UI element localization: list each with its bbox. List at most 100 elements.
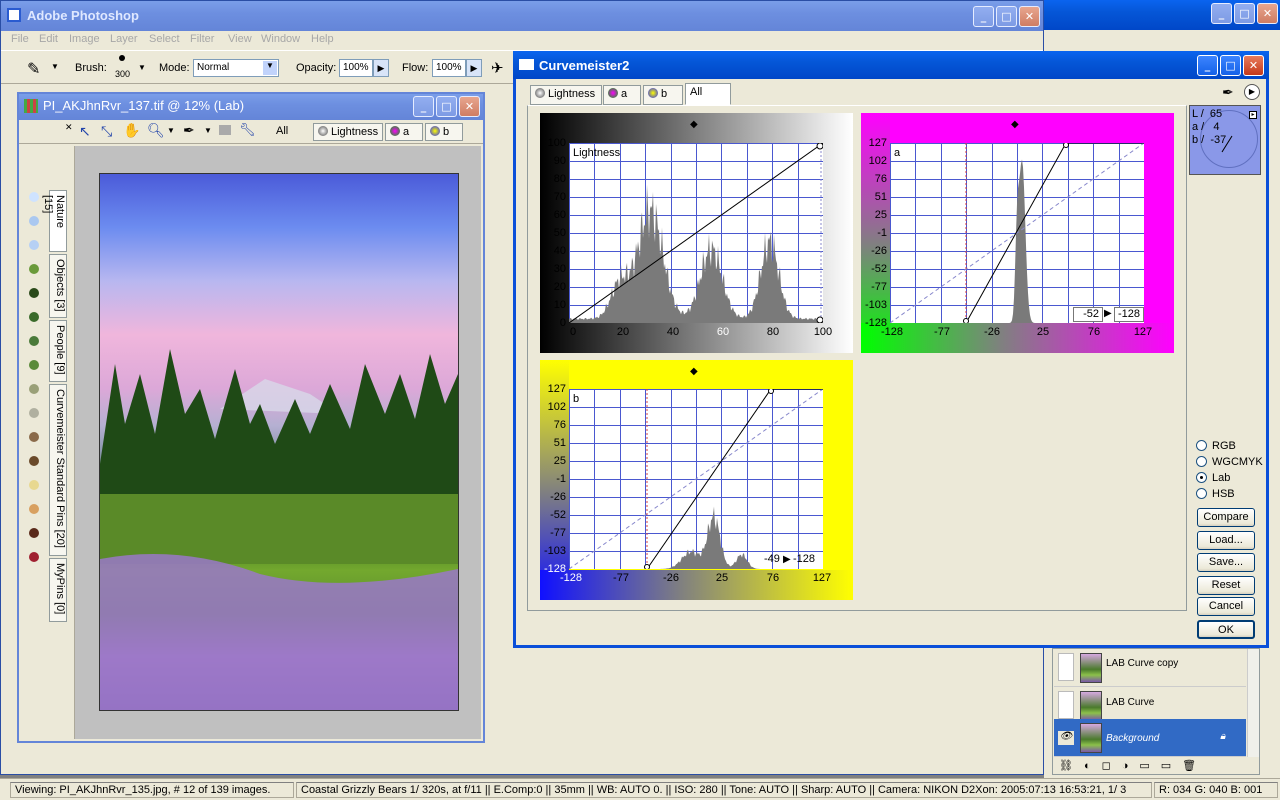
layer-row[interactable]: LAB Curve copy	[1054, 649, 1246, 687]
mode-radio-lab[interactable]: Lab	[1196, 472, 1230, 484]
a-point-output[interactable]: -128	[1114, 307, 1144, 322]
eyedropper-icon[interactable]: ✒	[1222, 84, 1234, 101]
menu-select[interactable]: Select	[149, 33, 180, 45]
brush-tool-icon[interactable]: ✎	[27, 59, 40, 79]
pin-icon[interactable]	[29, 504, 39, 514]
doc-tab-a[interactable]: a	[385, 123, 423, 141]
pin-icon[interactable]	[29, 288, 39, 298]
pin-icon[interactable]	[29, 456, 39, 466]
brush-tip-icon[interactable]	[119, 55, 125, 61]
b-point-output[interactable]: -128	[793, 553, 815, 565]
load-button[interactable]: Load...	[1197, 531, 1255, 550]
flow-slider-button[interactable]: ▶	[466, 59, 482, 77]
side-tab-nature[interactable]: Nature [15]	[42, 190, 67, 252]
doc-tab-b[interactable]: b	[425, 123, 463, 141]
pin-icon[interactable]	[29, 408, 39, 418]
save-button[interactable]: Save...	[1197, 553, 1255, 572]
eyedropper-icon[interactable]: ✒	[183, 122, 195, 139]
close-icon[interactable]: ✕	[459, 96, 480, 117]
pin-icon[interactable]	[29, 384, 39, 394]
a-curve-graph[interactable]	[890, 143, 1144, 323]
close-icon[interactable]: ✕	[1019, 6, 1040, 27]
panel-move-handle-icon[interactable]: ◆	[1011, 119, 1019, 130]
opacity-input[interactable]: 100%	[339, 59, 373, 77]
cm-tab-all[interactable]: All	[685, 83, 731, 105]
readout-menu-icon[interactable]: ▸	[1249, 111, 1257, 119]
side-tab-people[interactable]: People [9]	[49, 320, 67, 382]
doc-tab-lightness[interactable]: Lightness	[313, 123, 383, 141]
compare-button[interactable]: Compare	[1197, 508, 1255, 527]
mode-radio-wgcmyk[interactable]: WGCMYK	[1196, 456, 1263, 468]
doc-tab-all[interactable]: All	[271, 122, 311, 140]
pin-icon[interactable]	[29, 528, 39, 538]
mode-radio-hsb[interactable]: HSB	[1196, 488, 1235, 500]
layers-scrollbar[interactable]	[1247, 649, 1259, 757]
menu-edit[interactable]: Edit	[39, 33, 58, 45]
menu-file[interactable]: File	[11, 33, 29, 45]
layer-row[interactable]: 👁︎ Background 🔒︎	[1054, 719, 1246, 757]
menu-image[interactable]: Image	[69, 33, 100, 45]
zoom-tool-icon[interactable]: 🔍︎	[147, 122, 165, 139]
side-tab-standard-pins[interactable]: Curvemeister Standard Pins [20]	[49, 384, 67, 556]
pin-icon[interactable]	[29, 432, 39, 442]
cm-tab-a[interactable]: a	[603, 85, 641, 105]
menu-window[interactable]: Window	[261, 33, 300, 45]
pin-icon[interactable]	[29, 480, 39, 490]
menu-layer[interactable]: Layer	[110, 33, 138, 45]
eyedropper-dropdown-icon[interactable]: ▼	[204, 126, 212, 135]
landscape-photo[interactable]	[99, 173, 459, 711]
minimize-icon[interactable]: _	[973, 6, 994, 27]
pin-tool-icon[interactable]: ⤡	[101, 123, 112, 140]
maximize-icon[interactable]: □	[996, 6, 1017, 27]
menu-view[interactable]: View	[228, 33, 252, 45]
pin-icon[interactable]	[29, 216, 39, 226]
mode-select[interactable]: Normal ▼	[193, 59, 279, 77]
maximize-icon[interactable]: □	[1220, 55, 1241, 76]
visibility-toggle[interactable]	[1058, 653, 1074, 681]
maximize-icon[interactable]: □	[1234, 3, 1255, 24]
b-point-input[interactable]: -49	[764, 553, 780, 565]
flow-input[interactable]: 100%	[432, 59, 466, 77]
play-icon[interactable]: ▶	[1244, 84, 1260, 100]
cm-tab-b[interactable]: b	[643, 85, 683, 105]
pointer-tool-icon[interactable]: ↖	[79, 123, 91, 140]
ok-button[interactable]: OK	[1197, 620, 1255, 639]
a-point-input[interactable]: -52	[1073, 307, 1103, 322]
pin-icon[interactable]	[29, 552, 39, 562]
panel-move-handle-icon[interactable]: ◆	[690, 119, 698, 130]
mode-radio-rgb[interactable]: RGB	[1196, 440, 1236, 452]
opacity-slider-button[interactable]: ▶	[373, 59, 389, 77]
cm-tab-lightness[interactable]: Lightness	[530, 85, 602, 105]
minimize-icon[interactable]: _	[1211, 3, 1232, 24]
lightness-curve-graph[interactable]	[569, 143, 823, 323]
tool-preset-dropdown-icon[interactable]: ▼	[51, 62, 59, 71]
panel-move-handle-icon[interactable]: ◆	[690, 366, 698, 377]
hand-tool-icon[interactable]: ✋	[123, 122, 140, 139]
close-icon[interactable]: ✕	[1243, 55, 1264, 76]
pin-icon[interactable]	[29, 336, 39, 346]
pin-icon[interactable]	[29, 264, 39, 274]
pin-icon[interactable]	[29, 192, 39, 202]
reset-button[interactable]: Reset	[1197, 576, 1255, 595]
b-curve-graph[interactable]	[569, 389, 823, 569]
close-panel-icon[interactable]: ✕	[65, 122, 73, 133]
copy-icon[interactable]	[219, 125, 231, 135]
cancel-button[interactable]: Cancel	[1197, 597, 1255, 616]
layers-footer-icons[interactable]: ⛓◐◻◑▭▭🗑︎	[1053, 759, 1259, 775]
pin-icon[interactable]	[29, 240, 39, 250]
side-tab-mypins[interactable]: MyPins [0]	[49, 558, 67, 622]
side-tab-objects[interactable]: Objects [3]	[49, 254, 67, 318]
wrench-icon[interactable]: 🔧︎	[239, 122, 256, 138]
minimize-icon[interactable]: _	[1197, 55, 1218, 76]
maximize-icon[interactable]: □	[436, 96, 457, 117]
airbrush-icon[interactable]: ✈	[491, 59, 504, 77]
minimize-icon[interactable]: _	[413, 96, 434, 117]
pin-icon[interactable]	[29, 360, 39, 370]
brush-dropdown-icon[interactable]: ▼	[138, 63, 146, 72]
close-icon[interactable]: ✕	[1257, 3, 1278, 24]
pin-icon[interactable]	[29, 312, 39, 322]
eye-icon[interactable]: 👁︎	[1058, 731, 1074, 745]
visibility-toggle[interactable]	[1058, 691, 1074, 719]
zoom-dropdown-icon[interactable]: ▼	[167, 126, 175, 135]
menu-filter[interactable]: Filter	[190, 33, 214, 45]
